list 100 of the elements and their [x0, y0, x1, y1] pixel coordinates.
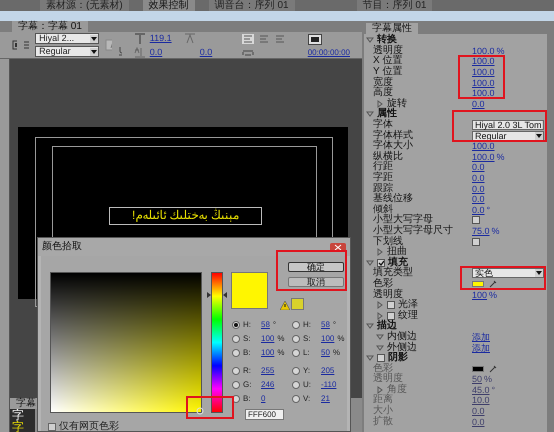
panel-tab[interactable]: 素材源：(无素材)	[40, 0, 129, 11]
hue-slider[interactable]	[207, 272, 227, 413]
dropdown[interactable]: Regular	[472, 130, 544, 141]
eyedropper-icon[interactable]	[489, 364, 497, 373]
property-value[interactable]: 100.0	[472, 46, 495, 56]
field-value[interactable]: 58	[321, 320, 330, 330]
title-text[interactable]: مېنىڭ بەختلىك ئائىلەم!	[109, 207, 262, 225]
field-value[interactable]: 100	[261, 348, 274, 358]
expanded-triangle-icon[interactable]	[366, 110, 374, 118]
collapsed-triangle-icon[interactable]	[376, 301, 384, 310]
property-value[interactable]: 100.0	[472, 67, 495, 78]
dropdown-arrow-icon[interactable]	[535, 269, 543, 278]
field-value[interactable]: 205	[321, 366, 334, 376]
radio-button[interactable]	[292, 348, 300, 356]
section-header[interactable]: 属性	[377, 109, 397, 120]
radio-button[interactable]	[292, 366, 300, 374]
radio-button[interactable]	[232, 348, 240, 356]
collapsed-triangle-icon[interactable]	[376, 100, 384, 108]
timecode[interactable]: 00:00:00:00	[308, 48, 350, 56]
dropdown-arrow-icon[interactable]	[90, 48, 98, 56]
dropdown-arrow-icon[interactable]	[535, 132, 543, 140]
radio-button[interactable]	[232, 380, 240, 388]
expanded-triangle-icon[interactable]	[376, 332, 384, 341]
eyedropper-icon[interactable]	[489, 280, 497, 288]
property-value[interactable]: 0.0	[472, 184, 485, 194]
property-value[interactable]: 0.0	[472, 204, 485, 215]
title-style-swatch[interactable]: 字	[10, 409, 35, 421]
underline-icon[interactable]	[118, 46, 122, 56]
property-value[interactable]: 100.0	[472, 78, 495, 88]
hue-slider-thumb[interactable]	[207, 292, 227, 298]
dropdown[interactable]: Hiyal 2.0 3L Tom	[472, 120, 544, 130]
property-value[interactable]: 100.0	[472, 56, 495, 66]
warning-icon[interactable]	[280, 301, 290, 310]
checkbox[interactable]	[387, 312, 395, 320]
radio-button[interactable]	[232, 320, 240, 328]
align-center-icon[interactable]	[258, 34, 270, 44]
ok-button[interactable]: 确定	[288, 262, 344, 272]
expanded-triangle-icon[interactable]	[366, 354, 374, 362]
font-dropdown[interactable]: Hiyal 2...	[35, 33, 100, 44]
video-preview-icon[interactable]	[308, 34, 322, 44]
checkbox[interactable]	[387, 301, 395, 310]
gamut-color-swatch[interactable]	[291, 298, 304, 310]
section-header[interactable]: 填充	[388, 258, 408, 268]
property-value[interactable]: 添加	[472, 332, 490, 342]
panel-tab[interactable]: 效果控制	[142, 0, 195, 11]
radio-button[interactable]	[232, 334, 240, 342]
align-left-icon[interactable]	[242, 34, 254, 44]
field-value[interactable]: 58	[261, 320, 270, 330]
checkbox[interactable]	[472, 216, 480, 224]
font-dropdown[interactable]: Regular	[35, 46, 100, 57]
hex-input-field[interactable]: FFF600	[245, 409, 284, 420]
expanded-triangle-icon[interactable]	[366, 36, 374, 44]
field-value[interactable]: 100	[321, 334, 334, 344]
checkbox[interactable]	[48, 423, 56, 431]
panel-tab[interactable]: 字幕：字幕 01	[12, 21, 88, 32]
property-value[interactable]: 100.0	[472, 88, 495, 98]
radio-button[interactable]	[232, 366, 240, 374]
field-value[interactable]: 0	[261, 394, 266, 404]
panel-tab[interactable]: 字幕属性	[366, 23, 418, 34]
field-value[interactable]: 21	[321, 394, 330, 404]
collapsed-triangle-icon[interactable]	[376, 312, 384, 320]
expanded-triangle-icon[interactable]	[376, 344, 384, 352]
radio-button[interactable]	[292, 394, 300, 402]
section-header[interactable]: 转换	[377, 35, 397, 46]
cancel-button[interactable]: 取消	[288, 277, 344, 287]
italic-icon[interactable]	[105, 39, 112, 51]
leading-value[interactable]: 0.0	[200, 47, 220, 57]
radio-button[interactable]	[292, 380, 300, 388]
color-swatch[interactable]	[472, 280, 484, 287]
property-value[interactable]: 0.0	[472, 173, 485, 184]
field-value[interactable]: 246	[261, 380, 274, 390]
field-value[interactable]: 255	[261, 366, 274, 376]
color-gradient-field[interactable]	[50, 272, 202, 413]
section-header[interactable]: 描边	[377, 321, 397, 332]
field-value[interactable]: 100	[261, 334, 274, 344]
field-value[interactable]: 50	[321, 348, 330, 358]
checkbox[interactable]	[472, 238, 480, 246]
dropdown[interactable]: 实色	[472, 268, 544, 278]
property-value[interactable]: 0.0	[472, 98, 485, 109]
property-value[interactable]: 100.0	[472, 141, 495, 152]
text-box-icon[interactable]	[12, 40, 18, 50]
align-right-icon[interactable]	[274, 34, 286, 44]
kerning-value[interactable]: 0.0	[150, 47, 180, 57]
property-value[interactable]: 添加	[472, 342, 490, 353]
radio-button[interactable]	[292, 334, 300, 342]
picker-circle-icon[interactable]	[196, 407, 204, 415]
checkbox[interactable]	[377, 258, 385, 267]
property-value[interactable]: 0.0	[472, 194, 485, 204]
font-size-value[interactable]: 119.1	[150, 33, 180, 43]
property-value[interactable]: 75.0	[472, 226, 490, 236]
property-value[interactable]: 100.0	[472, 152, 495, 162]
checkbox[interactable]	[377, 354, 385, 362]
property-value[interactable]: 100	[472, 290, 488, 300]
expanded-triangle-icon[interactable]	[366, 322, 374, 330]
field-value[interactable]: -110	[321, 380, 336, 390]
property-value[interactable]: 0.0	[472, 162, 485, 172]
dropdown-arrow-icon[interactable]	[90, 34, 98, 42]
radio-button[interactable]	[292, 320, 300, 328]
text-lines-icon[interactable]	[23, 40, 30, 50]
section-header[interactable]: 阴影	[388, 353, 408, 364]
